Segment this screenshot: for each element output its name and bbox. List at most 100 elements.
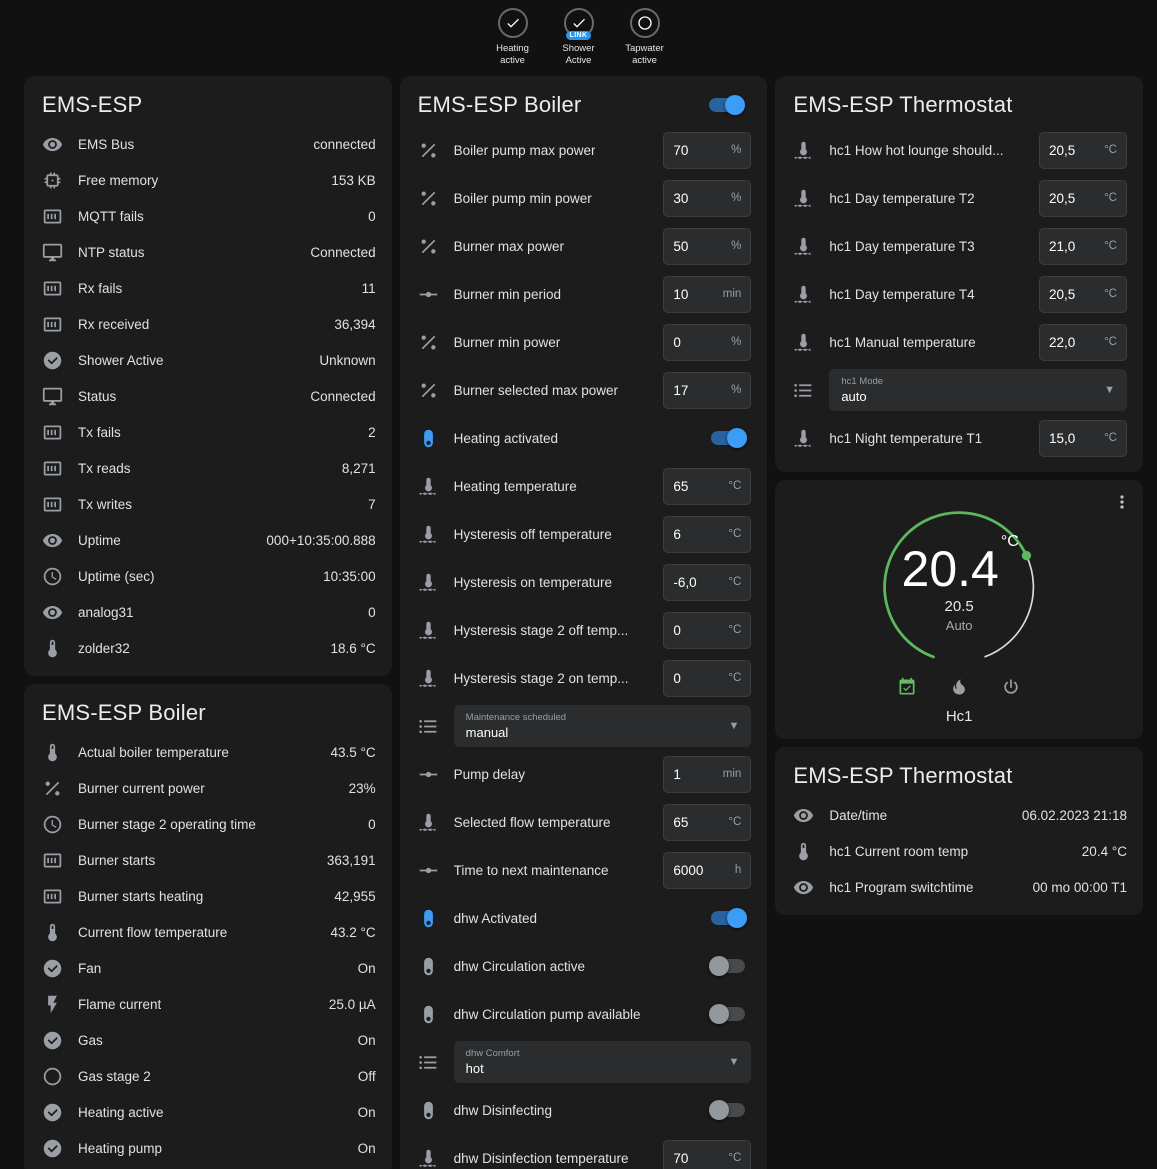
entity-row[interactable]: Burner min period 10 10min Burner min pe…	[416, 270, 752, 318]
entity-row[interactable]: Heating pump On On Heating pumpOn▼	[40, 1130, 376, 1166]
number-input[interactable]: 65°C	[663, 804, 751, 841]
entity-row[interactable]: Tx reads 8,271 8,271 Tx reads8,271▼	[40, 450, 376, 486]
entity-row[interactable]: Tx writes 7 7 Tx writes7▼	[40, 486, 376, 522]
select-input[interactable]: Maintenance scheduledmanual▼	[454, 705, 752, 747]
number-input[interactable]: 20,5°C	[1039, 276, 1127, 313]
status-badge[interactable]: Tapwater active	[617, 8, 673, 68]
entity-row[interactable]: hc1 Day temperature T3 21,0 21,0°C hc1 D…	[791, 222, 1127, 270]
entity-row[interactable]: Maintenance scheduled manual manual Main…	[416, 702, 752, 750]
number-input[interactable]: 20,5°C	[1039, 132, 1127, 169]
entity-row[interactable]: Burner max power 50 50% Burner max power…	[416, 222, 752, 270]
entity-row[interactable]: Selected flow temperature 65 65°C Select…	[416, 798, 752, 846]
entity-row[interactable]: dhw Activated dhw Activated▼	[416, 894, 752, 942]
entity-row[interactable]: Tx fails 2 2 Tx fails2▼	[40, 414, 376, 450]
entity-row[interactable]: Heating temperature 65 65°C Heating temp…	[416, 462, 752, 510]
entity-row[interactable]: Gas stage 2 Off Off Gas stage 2Off▼	[40, 1058, 376, 1094]
number-input[interactable]: 21,0°C	[1039, 228, 1127, 265]
number-input[interactable]: 30%	[663, 180, 751, 217]
entity-value: connected	[303, 137, 375, 152]
entity-row[interactable]: hc1 Night temperature T1 15,0 15,0°C hc1…	[791, 414, 1127, 462]
number-input[interactable]: 0°C	[663, 660, 751, 697]
toggle-switch[interactable]	[711, 1007, 745, 1021]
entity-row[interactable]: Flame current 25.0 µA 25.0 µA Flame curr…	[40, 986, 376, 1022]
entity-row[interactable]: hc1 Current room temp 20.4 °C 20.4 °C hc…	[791, 833, 1127, 869]
status-badge[interactable]: Heating active	[485, 8, 541, 68]
thermostat-dial[interactable]: 20.4°C 20.5 Auto	[866, 494, 1052, 676]
number-input[interactable]: 20,5°C	[1039, 180, 1127, 217]
entity-row[interactable]: Gas On On GasOn▼	[40, 1022, 376, 1058]
counter-icon	[42, 314, 63, 335]
entity-row[interactable]: Fan On On FanOn▼	[40, 950, 376, 986]
entity-row[interactable]: Burner selected max power 17 17% Burner …	[416, 366, 752, 414]
number-input[interactable]: 50%	[663, 228, 751, 265]
number-input[interactable]: 10min	[663, 276, 751, 313]
entity-row[interactable]: Burner starts 363,191 363,191 Burner sta…	[40, 842, 376, 878]
entity-row[interactable]: Heating activated Heating activated▼	[416, 414, 752, 462]
entity-row[interactable]: Pump delay 1 1min Pump delay1▼	[416, 750, 752, 798]
entity-name: Gas stage 2	[78, 1069, 151, 1084]
entity-row[interactable]: Uptime (sec) 10:35:00 10:35:00 Uptime (s…	[40, 558, 376, 594]
entity-row[interactable]: Heating active On On Heating activeOn▼	[40, 1094, 376, 1130]
number-input[interactable]: 15,0°C	[1039, 420, 1127, 457]
entity-row[interactable]: Rx received 36,394 36,394 Rx received36,…	[40, 306, 376, 342]
entity-row[interactable]: hc1 How hot lounge should... 20,5 20,5°C…	[791, 126, 1127, 174]
entity-row[interactable]: Hysteresis off temperature 6 6°C Hystere…	[416, 510, 752, 558]
entity-row[interactable]: Hysteresis stage 2 off temp... 0 0°C Hys…	[416, 606, 752, 654]
entity-row[interactable]: Actual boiler temperature 43.5 °C 43.5 °…	[40, 734, 376, 770]
entity-row[interactable]: MQTT fails 0 0 MQTT fails0▼	[40, 198, 376, 234]
entity-row[interactable]: EMS Bus connected connected EMS Busconne…	[40, 126, 376, 162]
entity-row[interactable]: hc1 Day temperature T2 20,5 20,5°C hc1 D…	[791, 174, 1127, 222]
entity-row[interactable]: dhw Circulation pump available dhw Circu…	[416, 990, 752, 1038]
number-input[interactable]: 22,0°C	[1039, 324, 1127, 361]
entity-row[interactable]: analog31 0 0 analog310▼	[40, 594, 376, 630]
entity-name: Status	[78, 389, 116, 404]
toggle-switch[interactable]	[711, 431, 745, 445]
number-input[interactable]: 70°C	[663, 1140, 751, 1169]
select-input[interactable]: dhw Comforthot▼	[454, 1041, 752, 1083]
entity-row[interactable]: hc1 Manual temperature 22,0 22,0°C hc1 M…	[791, 318, 1127, 366]
card-toggle-switch[interactable]	[709, 98, 743, 112]
entity-row[interactable]: dhw Disinfection temperature 70 70°C dhw…	[416, 1134, 752, 1169]
entity-row[interactable]: Shower Active Unknown Unknown Shower Act…	[40, 342, 376, 378]
entity-row[interactable]: Burner stage 2 operating time 0 0 Burner…	[40, 806, 376, 842]
entity-row[interactable]: Date/time 06.02.2023 21:18 06.02.2023 21…	[791, 797, 1127, 833]
entity-row[interactable]: Burner starts heating 42,955 42,955 Burn…	[40, 878, 376, 914]
number-input[interactable]: 6°C	[663, 516, 751, 553]
entity-row[interactable]: Hysteresis stage 2 on temp... 0 0°C Hyst…	[416, 654, 752, 702]
select-input[interactable]: hc1 Modeauto▼	[829, 369, 1127, 411]
entity-row[interactable]: Hysteresis on temperature -6,0 -6,0°C Hy…	[416, 558, 752, 606]
number-input[interactable]: -6,0°C	[663, 564, 751, 601]
toggle-switch[interactable]	[711, 911, 745, 925]
status-badge[interactable]: LINK Shower Active	[551, 8, 607, 68]
entity-row[interactable]: dhw Circulation active dhw Circulation a…	[416, 942, 752, 990]
entity-row[interactable]: Rx fails 11 11 Rx fails11▼	[40, 270, 376, 306]
number-input[interactable]: 1min	[663, 756, 751, 793]
toggle-switch[interactable]	[711, 1103, 745, 1117]
entity-row[interactable]: hc1 Mode auto auto hc1 Modeauto▼	[791, 366, 1127, 414]
counter-icon	[42, 422, 63, 443]
toggle-switch[interactable]	[711, 959, 745, 973]
number-input[interactable]: 65°C	[663, 468, 751, 505]
number-input[interactable]: 17%	[663, 372, 751, 409]
number-input[interactable]: 0%	[663, 324, 751, 361]
entity-row[interactable]: hc1 Day temperature T4 20,5 20,5°C hc1 D…	[791, 270, 1127, 318]
entity-row[interactable]: Free memory 153 KB 153 KB Free memory153…	[40, 162, 376, 198]
entity-row[interactable]: Uptime 000+10:35:00.888 000+10:35:00.888…	[40, 522, 376, 558]
entity-row[interactable]: Burner current power 23% 23% Burner curr…	[40, 770, 376, 806]
entity-row[interactable]: Status Connected Connected StatusConnect…	[40, 378, 376, 414]
entity-row[interactable]: Time to next maintenance 6000 6000h Time…	[416, 846, 752, 894]
entity-row[interactable]: Burner min power 0 0% Burner min power0▼	[416, 318, 752, 366]
entity-row[interactable]: Current flow temperature 43.2 °C 43.2 °C…	[40, 914, 376, 950]
menu-button[interactable]	[1107, 488, 1137, 518]
entity-row[interactable]: Boiler pump min power 30 30% Boiler pump…	[416, 174, 752, 222]
number-input[interactable]: 6000h	[663, 852, 751, 889]
number-input[interactable]: 0°C	[663, 612, 751, 649]
entity-row[interactable]: dhw Disinfecting dhw Disinfecting▼	[416, 1086, 752, 1134]
entity-row[interactable]: dhw Comfort hot hot dhw Comforthot▼	[416, 1038, 752, 1086]
monitor-icon	[42, 386, 63, 407]
entity-row[interactable]: zolder32 18.6 °C 18.6 °C zolder3218.6 °C…	[40, 630, 376, 666]
number-input[interactable]: 70%	[663, 132, 751, 169]
entity-row[interactable]: Boiler pump max power 70 70% Boiler pump…	[416, 126, 752, 174]
entity-row[interactable]: hc1 Program switchtime 00 mo 00:00 T1 00…	[791, 869, 1127, 905]
entity-row[interactable]: NTP status Connected Connected NTP statu…	[40, 234, 376, 270]
